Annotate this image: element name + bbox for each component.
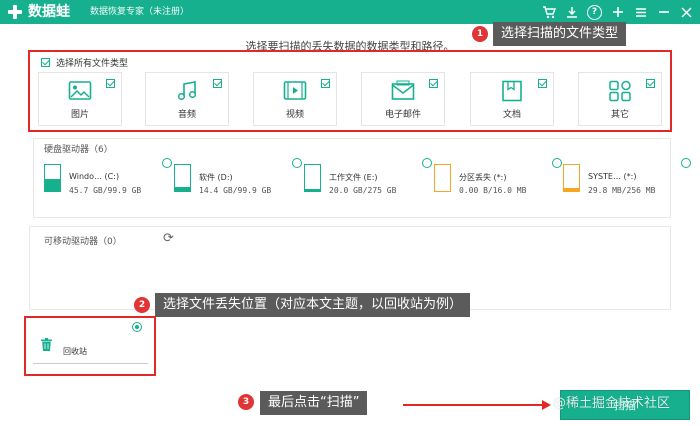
drive-e-size: 20.0 GB/275 GB bbox=[329, 186, 397, 195]
title-bar: 数据蛙 数据恢复专家（未注册） ? bbox=[0, 0, 700, 24]
drive-c-name: Windo… (C:) bbox=[69, 172, 120, 181]
minimize-icon[interactable] bbox=[656, 5, 671, 20]
logo-plus-icon bbox=[6, 3, 24, 21]
step-2-badge: 2 bbox=[134, 297, 150, 313]
refresh-icon[interactable]: ⟳ bbox=[163, 232, 174, 245]
drive-c-size: 45.7 GB/99.9 GB bbox=[69, 186, 142, 195]
drive-lost-partition-size: 0.00 B/16.0 MB bbox=[459, 186, 527, 195]
filetype-document[interactable]: 文档 bbox=[470, 72, 554, 126]
drive-d-size: 14.4 GB/99.9 GB bbox=[199, 186, 272, 195]
drive-e-name: 工作文件 (E:) bbox=[329, 173, 378, 182]
filetype-image-checkbox[interactable] bbox=[106, 79, 115, 88]
filetype-image-label: 图片 bbox=[70, 110, 89, 120]
filetype-document-checkbox[interactable] bbox=[538, 79, 547, 88]
video-icon bbox=[283, 81, 307, 100]
drive-c-radio[interactable] bbox=[162, 158, 172, 168]
filetype-email-checkbox[interactable] bbox=[429, 79, 438, 88]
filetype-email-label: 电子邮件 bbox=[384, 110, 421, 120]
harddrives-title: 硬盘驱动器（6） bbox=[44, 145, 113, 155]
menu-icon[interactable] bbox=[633, 5, 648, 20]
drive-lost-partition-radio[interactable] bbox=[552, 158, 562, 168]
drive-system[interactable]: SYSTE… (*:) 29.8 MB/256 MB bbox=[563, 158, 691, 200]
drive-d-icon bbox=[174, 164, 191, 192]
step-3-callout: 最后点击“扫描” bbox=[260, 391, 368, 415]
drive-lost-partition[interactable]: 分区丢失 (*:) 0.00 B/16.0 MB bbox=[434, 158, 562, 200]
recycle-bin-item[interactable]: 回收站 bbox=[33, 322, 148, 364]
filetype-image[interactable]: 图片 bbox=[38, 72, 122, 126]
drive-system-icon bbox=[563, 164, 580, 192]
drive-e-icon bbox=[304, 164, 321, 192]
filetype-other[interactable]: 其它 bbox=[578, 72, 662, 126]
filetype-video[interactable]: 视频 bbox=[253, 72, 337, 126]
plus-icon[interactable] bbox=[610, 5, 625, 20]
drive-lost-partition-icon bbox=[434, 164, 451, 192]
filetype-other-checkbox[interactable] bbox=[646, 79, 655, 88]
image-icon bbox=[68, 81, 92, 100]
filetype-video-label: 视频 bbox=[285, 110, 304, 120]
select-all-filetypes[interactable]: 选择所有文件类型 bbox=[41, 56, 128, 69]
drive-d-radio[interactable] bbox=[292, 158, 302, 168]
step-1-callout: 选择扫描的文件类型 bbox=[493, 22, 627, 46]
cart-icon[interactable] bbox=[541, 5, 556, 20]
trash-icon bbox=[41, 338, 52, 351]
drive-system-size: 29.8 MB/256 MB bbox=[588, 186, 656, 195]
download-icon[interactable] bbox=[564, 5, 579, 20]
help-icon[interactable]: ? bbox=[587, 4, 602, 20]
filetype-audio-checkbox[interactable] bbox=[213, 79, 222, 88]
music-icon bbox=[177, 81, 197, 101]
step-1-badge: 1 bbox=[472, 26, 488, 42]
select-all-label: 选择所有文件类型 bbox=[56, 59, 129, 69]
drive-system-name: SYSTE… (*:) bbox=[588, 172, 637, 181]
drive-e[interactable]: 工作文件 (E:) 20.0 GB/275 GB bbox=[304, 158, 432, 200]
recycle-bin-label: 回收站 bbox=[63, 347, 87, 356]
pointer-arrow bbox=[403, 400, 551, 410]
other-icon bbox=[609, 80, 631, 102]
drive-d[interactable]: 软件 (D:) 14.4 GB/99.9 GB bbox=[174, 158, 302, 200]
drive-d-name: 软件 (D:) bbox=[199, 173, 233, 182]
filetype-email[interactable]: 电子邮件 bbox=[361, 72, 445, 126]
filetype-other-label: 其它 bbox=[610, 110, 629, 120]
drive-c-icon bbox=[44, 164, 61, 192]
close-icon[interactable] bbox=[679, 5, 694, 20]
filetype-video-checkbox[interactable] bbox=[321, 79, 330, 88]
drive-system-radio[interactable] bbox=[681, 158, 691, 168]
select-all-checkbox[interactable] bbox=[41, 58, 50, 67]
step-3-badge: 3 bbox=[238, 394, 254, 410]
filetype-document-label: 文档 bbox=[502, 110, 521, 120]
recycle-bin-radio[interactable] bbox=[132, 322, 142, 332]
filetype-audio-label: 音频 bbox=[177, 110, 196, 120]
document-icon bbox=[502, 80, 522, 102]
step-2-callout: 选择文件丢失位置（对应本文主题，以回收站为例） bbox=[155, 293, 471, 317]
filetype-audio[interactable]: 音频 bbox=[145, 72, 229, 126]
app-subtitle: 数据恢复专家（未注册） bbox=[90, 7, 190, 17]
watermark: @稀土掘金技术社区 bbox=[553, 396, 671, 411]
app-title: 数据蛙 bbox=[28, 4, 70, 20]
drive-lost-partition-name: 分区丢失 (*:) bbox=[459, 173, 507, 182]
drive-c[interactable]: Windo… (C:) 45.7 GB/99.9 GB bbox=[44, 158, 172, 200]
drive-e-radio[interactable] bbox=[422, 158, 432, 168]
mail-icon bbox=[391, 80, 415, 100]
removable-title: 可移动驱动器（0） bbox=[44, 237, 122, 247]
